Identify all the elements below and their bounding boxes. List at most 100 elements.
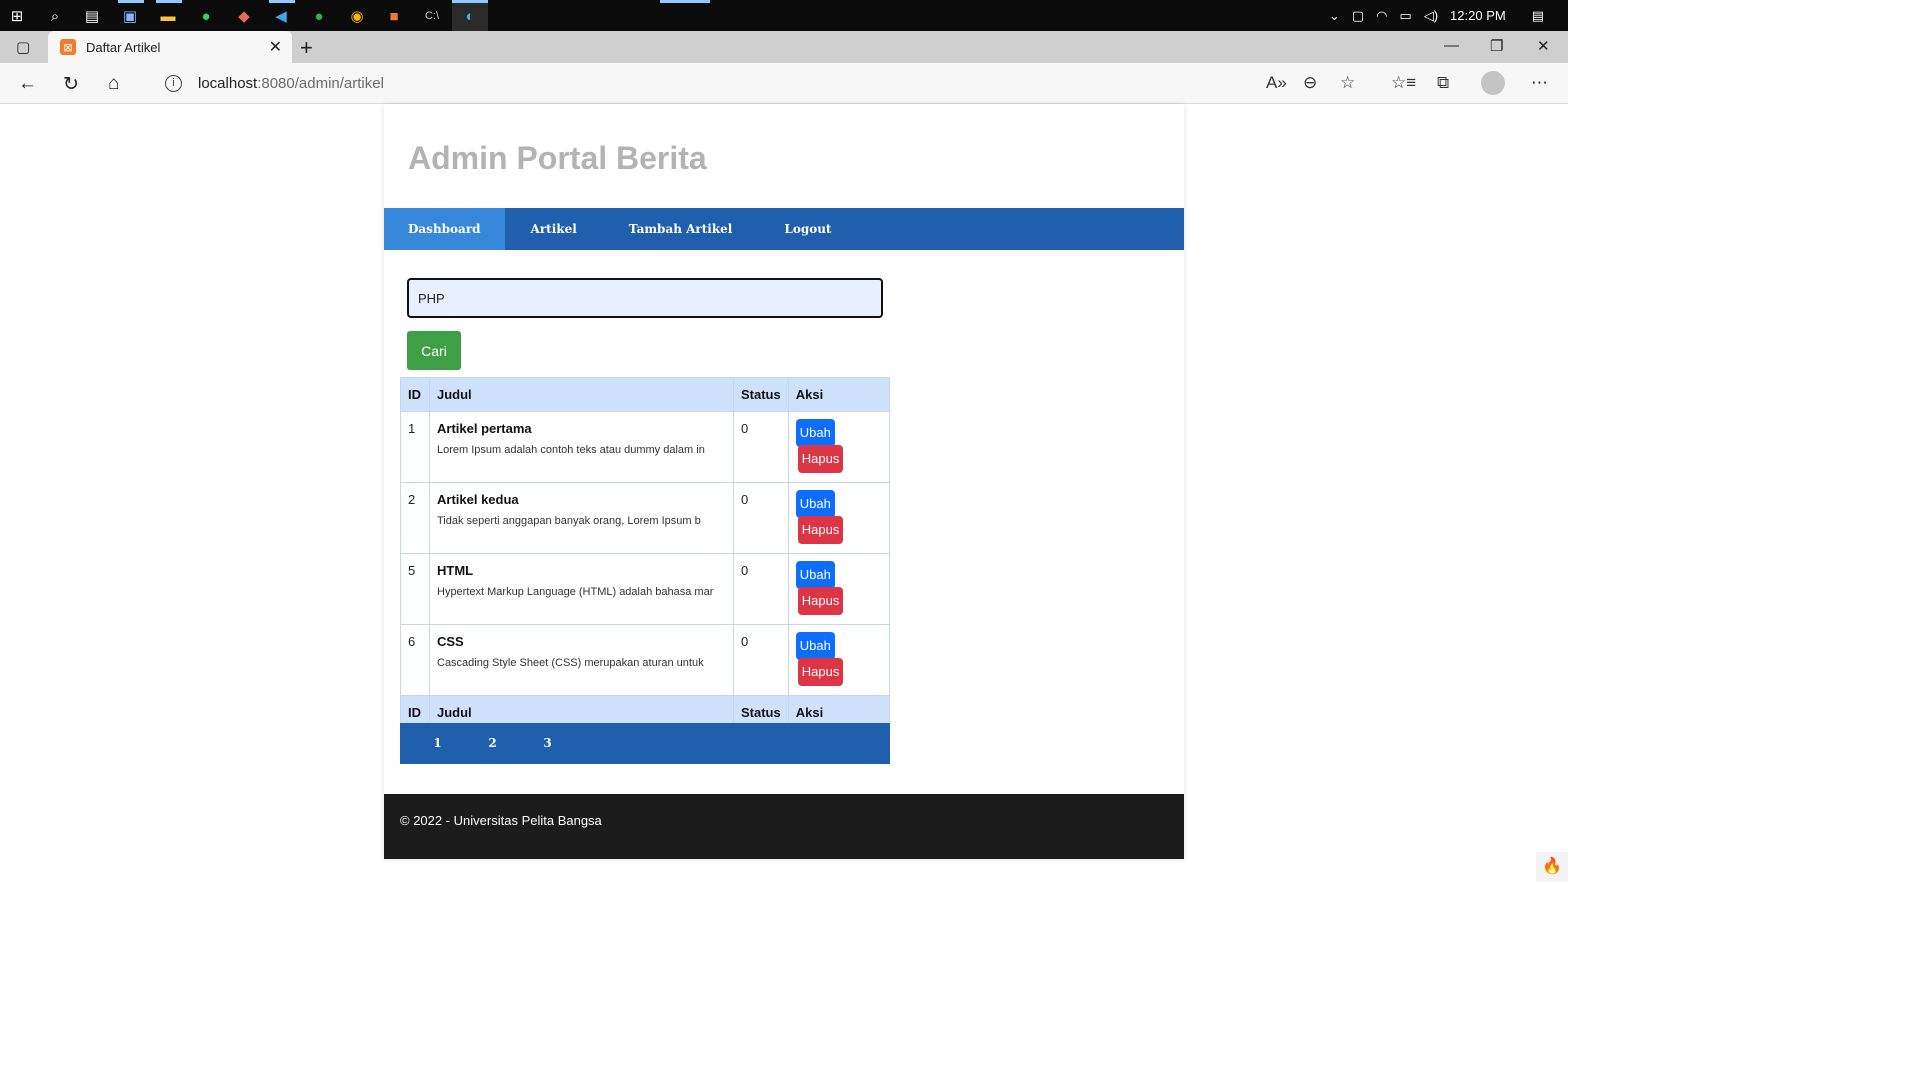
- new-tab-icon[interactable]: +: [300, 35, 313, 61]
- whatsapp-icon[interactable]: ●: [194, 4, 218, 28]
- close-window-icon[interactable]: ✕: [1537, 37, 1550, 55]
- edit-button[interactable]: Ubah: [795, 632, 835, 660]
- pagination: 1 2 3: [400, 723, 890, 764]
- cell-id: 2: [400, 482, 430, 554]
- wifi-icon[interactable]: ◠: [1376, 8, 1387, 24]
- task-view-icon[interactable]: ▤: [80, 4, 104, 28]
- artikel-table: ID Judul Status Aksi 1 Artikel pertama Lo…: [400, 377, 891, 730]
- xampp-icon[interactable]: ■: [382, 4, 406, 28]
- page-header: Admin Portal Berita: [384, 104, 1184, 208]
- windows-taskbar: ⊞ ⌕ ▤ ▣ ▬ ● ◆ ◀ ● ◉ ■ C:\ ◐ ⌄ ▢ ◠ ▭ ◁) 1…: [0, 0, 1568, 31]
- page-link-3[interactable]: 3: [520, 723, 575, 764]
- back-icon[interactable]: ←: [18, 73, 37, 95]
- table-row: 1 Artikel pertama Lorem Ipsum adalah cont…: [400, 411, 891, 483]
- minimize-icon[interactable]: —: [1444, 37, 1459, 54]
- cell-id: 1: [400, 411, 430, 483]
- search-button[interactable]: Cari: [407, 331, 461, 370]
- cell-aksi: UbahHapus: [787, 553, 891, 625]
- terminal-icon[interactable]: C:\: [420, 4, 444, 28]
- nav-logout[interactable]: Logout: [758, 208, 857, 250]
- restore-icon[interactable]: ❐: [1490, 37, 1503, 55]
- page-container: Admin Portal Berita Dashboard Artikel Ta…: [384, 104, 1184, 859]
- cell-aksi: UbahHapus: [787, 411, 891, 483]
- artikel-snippet: Tidak seperti anggapan banyak orang, Lor…: [437, 515, 701, 527]
- nav-artikel[interactable]: Artikel: [505, 208, 603, 250]
- profile-avatar[interactable]: [1481, 71, 1505, 95]
- battery-icon[interactable]: ▭: [1399, 8, 1411, 24]
- nav-dashboard[interactable]: Dashboard: [384, 208, 505, 250]
- app-icon[interactable]: ◆: [232, 4, 256, 28]
- address-bar: ← ↻ ⌂ i localhost:8080/admin/artikel A» …: [0, 63, 1568, 104]
- cell-judul: Artikel pertama Lorem Ipsum adalah contoh…: [429, 411, 734, 483]
- cell-status: 0: [733, 482, 789, 554]
- edit-button[interactable]: Ubah: [795, 561, 835, 589]
- table-row: 2 Artikel kedua Tidak seperti anggapan ba…: [400, 482, 891, 554]
- cell-status: 0: [733, 553, 789, 625]
- file-explorer-icon[interactable]: ▬: [156, 4, 180, 28]
- clock[interactable]: 12:20 PM: [1450, 8, 1506, 23]
- cell-judul: Artikel kedua Tidak seperti anggapan bany…: [429, 482, 734, 554]
- artikel-snippet: Cascading Style Sheet (CSS) merupakan at…: [437, 657, 704, 669]
- page-link-2[interactable]: 2: [465, 723, 520, 764]
- add-favorite-icon[interactable]: ☆: [1340, 73, 1355, 93]
- tab-actions-icon[interactable]: ▢: [16, 38, 30, 56]
- zoom-out-icon[interactable]: ⊖: [1303, 73, 1317, 93]
- nav-tambah-artikel[interactable]: Tambah Artikel: [603, 208, 759, 250]
- table-row: 5 HTML Hypertext Markup Language (HTML) a…: [400, 553, 891, 625]
- vscode-icon[interactable]: ◀: [269, 4, 293, 28]
- windows-start-icon[interactable]: ⊞: [5, 4, 29, 28]
- artikel-title: Artikel pertama: [437, 421, 532, 436]
- delete-button[interactable]: Hapus: [797, 658, 844, 686]
- spotify-icon[interactable]: ●: [307, 4, 331, 28]
- chrome-icon[interactable]: ◉: [345, 4, 369, 28]
- cell-aksi: UbahHapus: [787, 624, 891, 696]
- page-link-1[interactable]: 1: [410, 723, 465, 764]
- cell-id: 5: [400, 553, 430, 625]
- artikel-snippet: Hypertext Markup Language (HTML) adalah …: [437, 586, 714, 598]
- collections-icon[interactable]: ⧉: [1437, 73, 1449, 93]
- header-judul: Judul: [429, 377, 734, 412]
- edge-icon[interactable]: ◐: [458, 4, 482, 28]
- search-icon[interactable]: ⌕: [43, 4, 67, 28]
- xampp-favicon-icon: ⊠: [60, 39, 76, 55]
- read-aloud-icon[interactable]: A»: [1266, 73, 1287, 93]
- refresh-icon[interactable]: ↻: [63, 73, 79, 96]
- edit-button[interactable]: Ubah: [795, 419, 835, 447]
- site-info-icon[interactable]: i: [165, 74, 182, 92]
- tab-daftar-artikel[interactable]: ⊠ Daftar Artikel ✕: [48, 31, 292, 63]
- delete-button[interactable]: Hapus: [797, 587, 844, 615]
- page-footer: © 2022 - Universitas Pelita Bangsa: [384, 794, 1184, 859]
- more-icon[interactable]: ⋯: [1531, 73, 1548, 93]
- delete-button[interactable]: Hapus: [797, 516, 844, 544]
- flame-icon[interactable]: 🔥: [1536, 852, 1568, 882]
- cell-judul: HTML Hypertext Markup Language (HTML) ada…: [429, 553, 734, 625]
- artikel-title: Artikel kedua: [437, 492, 519, 507]
- close-tab-icon[interactable]: ✕: [269, 37, 282, 57]
- url-path: :8080/admin/artikel: [257, 74, 384, 92]
- header-status: Status: [733, 377, 789, 412]
- tab-strip: ▢ ⊠ Daftar Artikel ✕ + — ❐ ✕: [0, 31, 1568, 63]
- search-input[interactable]: [407, 278, 883, 318]
- artikel-title: CSS: [437, 634, 464, 649]
- tab-title: Daftar Artikel: [86, 39, 161, 55]
- url-host: localhost: [198, 74, 258, 92]
- header-id: ID: [400, 377, 430, 412]
- edit-button[interactable]: Ubah: [795, 490, 835, 518]
- main-navbar: Dashboard Artikel Tambah Artikel Logout: [384, 208, 1184, 250]
- cell-id: 6: [400, 624, 430, 696]
- favorites-icon[interactable]: ☆≡: [1391, 73, 1416, 93]
- home-icon[interactable]: ⌂: [108, 73, 119, 95]
- artikel-snippet: Lorem Ipsum adalah contoh teks atau dumm…: [437, 444, 705, 456]
- camera-icon[interactable]: ▢: [1352, 8, 1364, 24]
- volume-icon[interactable]: ◁): [1424, 8, 1438, 24]
- table-header-row: ID Judul Status Aksi: [400, 377, 891, 412]
- page-title: Admin Portal Berita: [408, 140, 707, 176]
- delete-button[interactable]: Hapus: [797, 445, 844, 473]
- cell-aksi: UbahHapus: [787, 482, 891, 554]
- notification-icon[interactable]: ▤: [1532, 8, 1544, 24]
- cell-status: 0: [733, 411, 789, 483]
- chevron-up-icon[interactable]: ⌄: [1329, 8, 1340, 24]
- header-aksi: Aksi: [787, 377, 891, 412]
- photos-icon[interactable]: ▣: [118, 4, 142, 28]
- artikel-title: HTML: [437, 563, 474, 578]
